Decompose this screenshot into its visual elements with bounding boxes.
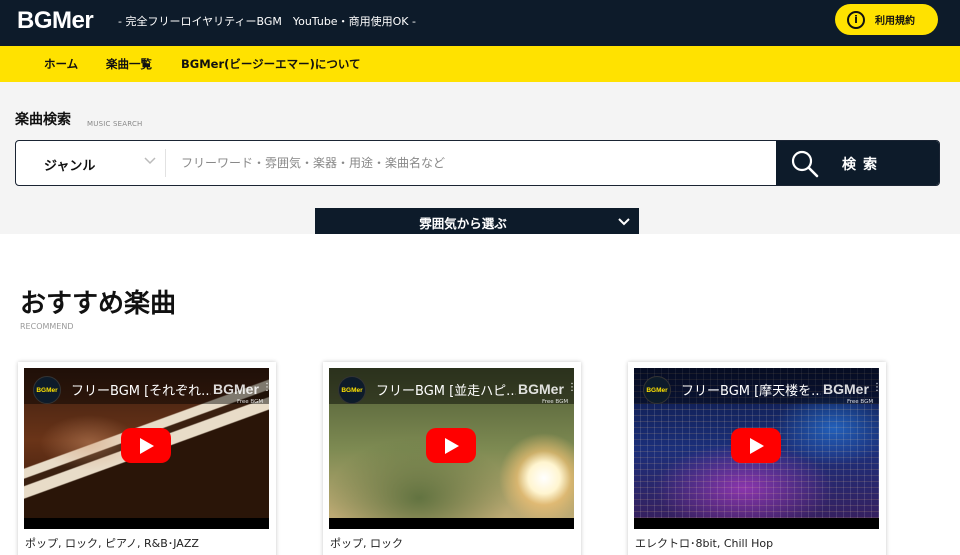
divider [165, 149, 166, 177]
recommend-title: おすすめ楽曲 [20, 289, 177, 319]
channel-avatar[interactable]: BGMer [33, 376, 61, 404]
watermark: BGMer [518, 381, 564, 397]
play-icon [445, 438, 459, 454]
nav-item-about[interactable]: BGMer(ビージーエマー)について [181, 56, 361, 72]
watermark-sub: Free BGM [847, 399, 874, 405]
recommend-subtitle: RECOMMEND [20, 322, 74, 331]
mood-select-label: 雰囲気から選ぶ [419, 216, 507, 231]
main-nav: ホーム 楽曲一覧 BGMer(ビージーエマー)について [0, 46, 960, 82]
watermark-sub: Free BGM [237, 399, 264, 405]
video-thumbnail[interactable]: BGMer フリーBGM [並走ハピ... BGMer Free BGM ⋮ [329, 368, 574, 529]
video-thumbnail[interactable]: BGMer フリーBGM [摩天楼を... BGMer Free BGM ⋮ [634, 368, 879, 529]
genre-select[interactable]: ジャンル [16, 141, 166, 185]
info-icon: i [847, 10, 865, 29]
more-options-icon[interactable]: ⋮ [262, 383, 269, 393]
chevron-down-icon [617, 214, 631, 233]
channel-avatar[interactable]: BGMer [643, 376, 671, 404]
search-button-label: 検索 [842, 157, 884, 173]
search-button[interactable]: 検索 [776, 141, 939, 185]
play-button[interactable] [121, 428, 171, 463]
genre-tags: エレクトロ･8bit, Chill Hop [635, 537, 774, 550]
genre-tags: ポップ, ロック, ピアノ, R&B･JAZZ [25, 537, 199, 550]
search-subtitle: MUSIC SEARCH [87, 120, 143, 128]
genre-select-label: ジャンル [44, 159, 96, 174]
song-card: BGMer フリーBGM [摩天楼を... BGMer Free BGM ⋮ エ… [628, 362, 886, 555]
keyword-search-input[interactable] [181, 141, 771, 185]
terms-button[interactable]: i 利用規約 [835, 4, 938, 35]
song-card: BGMer フリーBGM [並走ハピ... BGMer Free BGM ⋮ ポ… [323, 362, 581, 555]
video-thumbnail[interactable]: BGMer フリーBGM [それぞれ... BGMer Free BGM ⋮ [24, 368, 269, 529]
thumbnail-bottom-bar [24, 518, 269, 529]
thumbnail-bottom-bar [634, 518, 879, 529]
watermark-sub: Free BGM [542, 399, 569, 405]
nav-item-home[interactable]: ホーム [44, 56, 78, 72]
play-icon [750, 438, 764, 454]
search-icon [790, 149, 820, 183]
watermark: BGMer [823, 381, 869, 397]
search-section: 楽曲検索 MUSIC SEARCH ジャンル 検索 雰囲気から選ぶ [0, 82, 960, 234]
watermark: BGMer [213, 381, 259, 397]
more-options-icon[interactable]: ⋮ [872, 383, 879, 393]
play-button[interactable] [731, 428, 781, 463]
video-title[interactable]: フリーBGM [摩天楼を... [681, 380, 821, 399]
channel-avatar[interactable]: BGMer [338, 376, 366, 404]
chevron-down-icon [144, 153, 156, 170]
terms-button-label: 利用規約 [875, 16, 915, 27]
video-title[interactable]: フリーBGM [並走ハピ... [376, 380, 516, 399]
search-title: 楽曲検索 [15, 112, 71, 128]
genre-tags: ポップ, ロック [330, 537, 403, 550]
song-card: BGMer フリーBGM [それぞれ... BGMer Free BGM ⋮ ポ… [18, 362, 276, 555]
play-button[interactable] [426, 428, 476, 463]
more-options-icon[interactable]: ⋮ [567, 383, 574, 393]
site-logo[interactable]: BGMer [17, 7, 94, 35]
play-icon [140, 438, 154, 454]
site-tagline: - 完全フリーロイヤリティーBGM YouTube・商用使用OK - [118, 15, 416, 28]
thumbnail-bottom-bar [329, 518, 574, 529]
nav-item-songs[interactable]: 楽曲一覧 [106, 56, 152, 72]
search-bar: ジャンル 検索 [15, 140, 940, 186]
video-title[interactable]: フリーBGM [それぞれ... [71, 380, 211, 399]
top-header: BGMer - 完全フリーロイヤリティーBGM YouTube・商用使用OK -… [0, 0, 960, 46]
mood-select-button[interactable]: 雰囲気から選ぶ [315, 208, 639, 234]
